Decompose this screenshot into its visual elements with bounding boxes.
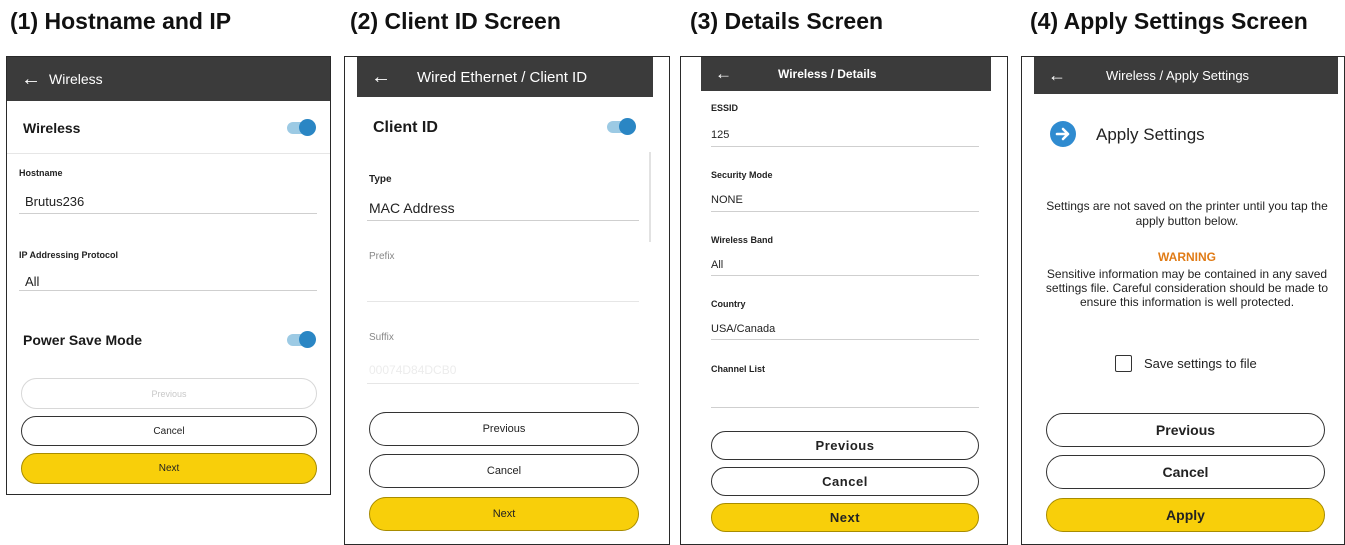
arrow-left-icon[interactable]: ← xyxy=(1048,65,1076,86)
screen-hostname-ip: ← Wireless Wireless Hostname Brutus236 I… xyxy=(6,56,331,495)
app-bar: ← Wireless xyxy=(7,57,330,101)
heading-details: (3) Details Screen xyxy=(690,8,884,34)
arrow-left-icon[interactable]: ← xyxy=(21,68,49,91)
arrow-left-icon[interactable]: ← xyxy=(715,64,743,84)
cancel-button[interactable]: Cancel xyxy=(369,454,639,488)
power-save-toggle[interactable] xyxy=(287,331,316,348)
warning-title: WARNING xyxy=(1158,250,1216,264)
client-id-toggle[interactable] xyxy=(607,118,636,135)
arrow-left-icon[interactable]: ← xyxy=(371,66,399,89)
field-underline xyxy=(19,213,317,214)
wireless-band-field[interactable]: All xyxy=(711,259,723,271)
next-button[interactable]: Next xyxy=(711,503,979,532)
essid-field[interactable]: 125 xyxy=(711,129,729,141)
channel-list-label: Channel List xyxy=(711,364,766,374)
app-bar-title: Wireless xyxy=(49,71,103,87)
wireless-band-label: Wireless Band xyxy=(711,235,773,245)
type-field[interactable]: MAC Address xyxy=(369,200,455,216)
apply-button[interactable]: Apply xyxy=(1046,498,1325,532)
security-mode-label: Security Mode xyxy=(711,170,773,180)
power-save-label: Power Save Mode xyxy=(23,332,143,348)
country-label: Country xyxy=(711,299,746,309)
suffix-label: Suffix xyxy=(369,332,394,343)
previous-button[interactable]: Previous xyxy=(1046,413,1325,447)
arrow-right-circle-icon xyxy=(1050,121,1076,147)
suffix-field[interactable]: 00074D84DCB0 xyxy=(369,363,456,377)
field-underline xyxy=(367,383,639,384)
ip-protocol-field[interactable]: All xyxy=(25,274,39,289)
cancel-button[interactable]: Cancel xyxy=(21,416,317,446)
heading-apply-settings: (4) Apply Settings Screen xyxy=(1030,8,1308,34)
ip-protocol-label: IP Addressing Protocol xyxy=(19,250,119,260)
app-bar-title: Wired Ethernet / Client ID xyxy=(417,68,588,86)
screen-details: ← Wireless / Details ESSID 125 Security … xyxy=(680,56,1008,545)
next-button[interactable]: Next xyxy=(369,497,639,531)
save-settings-label[interactable]: Save settings to file xyxy=(1144,356,1257,371)
apply-info-text: Settings are not saved on the printer un… xyxy=(1046,199,1328,228)
field-underline xyxy=(711,339,979,340)
type-label: Type xyxy=(369,174,392,185)
field-underline xyxy=(19,290,317,291)
scrollbar[interactable] xyxy=(649,152,651,242)
next-button[interactable]: Next xyxy=(21,453,317,484)
field-underline xyxy=(367,220,639,221)
previous-button[interactable]: Previous xyxy=(369,412,639,446)
cancel-button[interactable]: Cancel xyxy=(1046,455,1325,489)
divider xyxy=(7,153,330,154)
screen-client-id: ← Wired Ethernet / Client ID Client ID T… xyxy=(344,56,670,545)
app-bar: ← Wireless / Apply Settings xyxy=(1034,57,1338,94)
security-mode-field[interactable]: NONE xyxy=(711,194,743,206)
client-id-label: Client ID xyxy=(373,119,438,136)
field-underline xyxy=(711,211,979,212)
wireless-label: Wireless xyxy=(23,120,81,136)
warning-text: Sensitive information may be contained i… xyxy=(1045,267,1329,309)
cancel-button[interactable]: Cancel xyxy=(711,467,979,496)
heading-client-id: (2) Client ID Screen xyxy=(350,8,561,34)
essid-label: ESSID xyxy=(711,103,739,113)
checkbox-icon[interactable] xyxy=(1115,355,1132,372)
prefix-label: Prefix xyxy=(369,251,395,262)
app-bar-title: Wireless / Details xyxy=(778,67,877,81)
country-field[interactable]: USA/Canada xyxy=(711,323,775,335)
screen-apply-settings: ← Wireless / Apply Settings Apply Settin… xyxy=(1021,56,1345,545)
hostname-label: Hostname xyxy=(19,168,63,178)
app-bar-title: Wireless / Apply Settings xyxy=(1106,68,1250,83)
prefix-field[interactable] xyxy=(367,301,639,302)
previous-button[interactable]: Previous xyxy=(21,378,317,409)
previous-button[interactable]: Previous xyxy=(711,431,979,460)
apply-settings-heading: Apply Settings xyxy=(1096,125,1205,144)
channel-list-field[interactable] xyxy=(711,407,979,408)
field-underline xyxy=(711,275,979,276)
hostname-field[interactable]: Brutus236 xyxy=(25,194,84,209)
app-bar: ← Wired Ethernet / Client ID xyxy=(357,57,653,97)
field-underline xyxy=(711,146,979,147)
wireless-toggle[interactable] xyxy=(287,119,316,136)
app-bar: ← Wireless / Details xyxy=(701,57,991,91)
heading-hostname-ip: (1) Hostname and IP xyxy=(10,8,232,34)
